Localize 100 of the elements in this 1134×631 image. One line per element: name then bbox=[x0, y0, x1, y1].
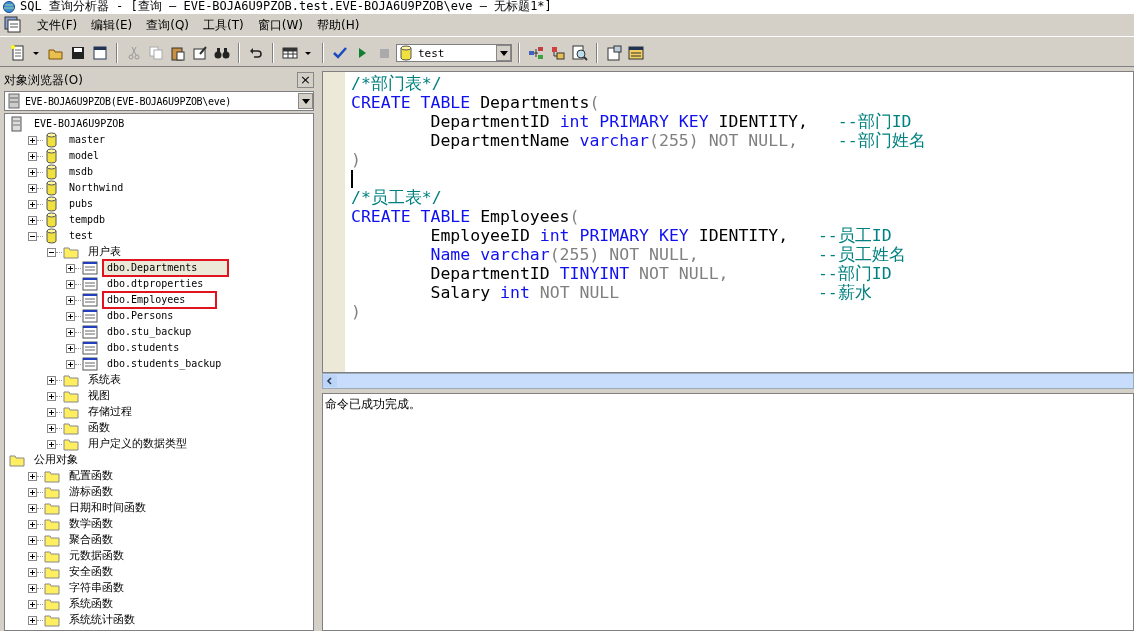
expand-icon[interactable] bbox=[28, 151, 37, 161]
expand-icon[interactable] bbox=[28, 471, 37, 481]
menu-item[interactable]: 窗口(W) bbox=[250, 16, 310, 34]
properties-icon[interactable] bbox=[606, 45, 622, 61]
menu-item[interactable]: 查询(Q) bbox=[139, 16, 197, 34]
clipboard-icon[interactable] bbox=[170, 45, 186, 61]
tree-item[interactable]: 视图 bbox=[83, 387, 115, 405]
tree-item[interactable]: tempdb bbox=[64, 211, 111, 229]
expand-icon[interactable] bbox=[47, 423, 56, 433]
collapse-icon[interactable] bbox=[47, 247, 56, 257]
folder-icon bbox=[44, 580, 60, 596]
expand-icon[interactable] bbox=[66, 263, 75, 273]
expand-icon[interactable] bbox=[28, 615, 37, 625]
expand-icon[interactable] bbox=[28, 167, 37, 177]
code-text: Name varchar bbox=[429, 245, 550, 264]
tree-item[interactable]: 用户定义的数据类型 bbox=[83, 435, 192, 453]
caret-icon bbox=[499, 50, 508, 56]
code-text: EmployeeID bbox=[429, 226, 531, 245]
tree-item[interactable]: 存储过程 bbox=[83, 403, 137, 421]
tree-item[interactable]: msdb bbox=[64, 163, 99, 181]
tree-view-icon[interactable] bbox=[550, 45, 566, 61]
tree-item[interactable]: master bbox=[64, 131, 111, 149]
expand-icon[interactable] bbox=[28, 503, 37, 513]
checkmark-icon[interactable] bbox=[332, 45, 348, 61]
table-window-icon[interactable] bbox=[628, 45, 644, 61]
scroll-left-icon[interactable] bbox=[323, 375, 337, 387]
tree-item[interactable]: dbo.dtproperties bbox=[102, 275, 209, 293]
close-button[interactable]: × bbox=[297, 72, 314, 88]
tree-item[interactable]: dbo.students bbox=[102, 339, 185, 357]
notepad-icon[interactable] bbox=[192, 45, 208, 61]
tree-item[interactable]: 日期和时间函数 bbox=[64, 499, 151, 517]
tree-item[interactable]: model bbox=[64, 147, 105, 165]
code-comment: --部门ID bbox=[817, 264, 892, 283]
code-text: TINYINT bbox=[559, 264, 630, 283]
code-comment: --员工ID bbox=[817, 226, 892, 245]
tree-item[interactable]: 聚合函数 bbox=[64, 531, 118, 549]
document-window-icon bbox=[4, 16, 22, 34]
tree-item[interactable]: pubs bbox=[64, 195, 99, 213]
expand-icon[interactable] bbox=[28, 551, 37, 561]
tree-item[interactable]: 配置函数 bbox=[64, 467, 118, 485]
expand-icon[interactable] bbox=[28, 599, 37, 609]
new-document-icon[interactable] bbox=[10, 45, 26, 61]
menu-item[interactable]: 工具(T) bbox=[196, 16, 251, 34]
tree-item[interactable]: 系统统计函数 bbox=[64, 611, 140, 629]
expand-icon[interactable] bbox=[47, 439, 56, 449]
expand-icon[interactable] bbox=[28, 199, 37, 209]
tree-item[interactable]: 系统表 bbox=[83, 371, 126, 389]
expand-icon[interactable] bbox=[28, 487, 37, 497]
tree-item[interactable]: test bbox=[64, 227, 99, 245]
expand-icon[interactable] bbox=[47, 391, 56, 401]
expand-icon[interactable] bbox=[28, 183, 37, 193]
expand-icon[interactable] bbox=[66, 359, 75, 369]
menu-item[interactable]: 编辑(E) bbox=[84, 16, 140, 34]
expand-icon[interactable] bbox=[47, 375, 56, 385]
code-text: IDENTITY, bbox=[697, 226, 790, 245]
expand-icon[interactable] bbox=[28, 583, 37, 593]
folder-icon bbox=[44, 532, 60, 548]
highlighted-tree-item[interactable]: dbo.Departments bbox=[102, 259, 230, 277]
tree-item[interactable]: 安全函数 bbox=[64, 563, 118, 581]
database-select[interactable]: test bbox=[396, 44, 512, 62]
expand-icon[interactable] bbox=[47, 407, 56, 417]
caret-icon bbox=[301, 98, 310, 104]
highlighted-tree-item[interactable]: dbo.Employees bbox=[102, 291, 218, 309]
tree-item[interactable]: 公用对象 bbox=[29, 451, 83, 469]
window-icon[interactable] bbox=[92, 45, 108, 61]
server-select[interactable]: EVE-BOJA6U9PZOB(EVE-BOJA6U9PZOB\eve) bbox=[4, 91, 314, 111]
tree-item[interactable]: 函数 bbox=[83, 419, 115, 437]
expand-icon[interactable] bbox=[28, 215, 37, 225]
tree-item[interactable]: dbo.stu_backup bbox=[102, 323, 197, 341]
expand-icon[interactable] bbox=[66, 327, 75, 337]
expand-icon[interactable] bbox=[66, 295, 75, 305]
expand-icon[interactable] bbox=[66, 279, 75, 289]
magnifier-icon[interactable] bbox=[572, 45, 588, 61]
grid-icon[interactable] bbox=[282, 45, 298, 61]
binoculars-icon[interactable] bbox=[214, 45, 230, 61]
tree-item[interactable]: Northwind bbox=[64, 179, 129, 197]
menu-item[interactable]: 帮助(H) bbox=[309, 16, 367, 34]
expand-icon[interactable] bbox=[28, 535, 37, 545]
expand-icon[interactable] bbox=[28, 567, 37, 577]
tree-item[interactable]: 数学函数 bbox=[64, 515, 118, 533]
tree-item[interactable]: EVE-BOJA6U9PZOB bbox=[29, 115, 130, 133]
tree-item[interactable]: 用户表 bbox=[83, 243, 126, 261]
folder-icon bbox=[9, 452, 25, 468]
collapse-icon[interactable] bbox=[28, 231, 37, 241]
tree-item[interactable]: dbo.students_backup bbox=[102, 355, 227, 373]
menu-item[interactable]: 文件(F) bbox=[30, 16, 85, 34]
expand-icon[interactable] bbox=[28, 135, 37, 145]
folder-icon bbox=[44, 564, 60, 580]
tree-item[interactable]: 元数据函数 bbox=[64, 547, 129, 565]
horizontal-scrollbar[interactable] bbox=[322, 373, 1134, 389]
plan-icon[interactable] bbox=[528, 45, 544, 61]
expand-icon[interactable] bbox=[28, 519, 37, 529]
tree-item[interactable]: 系统函数 bbox=[64, 595, 118, 613]
expand-icon[interactable] bbox=[66, 343, 75, 353]
code-text: int PRIMARY KEY bbox=[559, 112, 709, 131]
expand-icon[interactable] bbox=[66, 311, 75, 321]
tree-item[interactable]: 字符串函数 bbox=[64, 579, 129, 597]
tree-item[interactable]: 游标函数 bbox=[64, 483, 118, 501]
tree-item[interactable]: dbo.Persons bbox=[102, 307, 179, 325]
save-icon[interactable] bbox=[70, 45, 86, 61]
